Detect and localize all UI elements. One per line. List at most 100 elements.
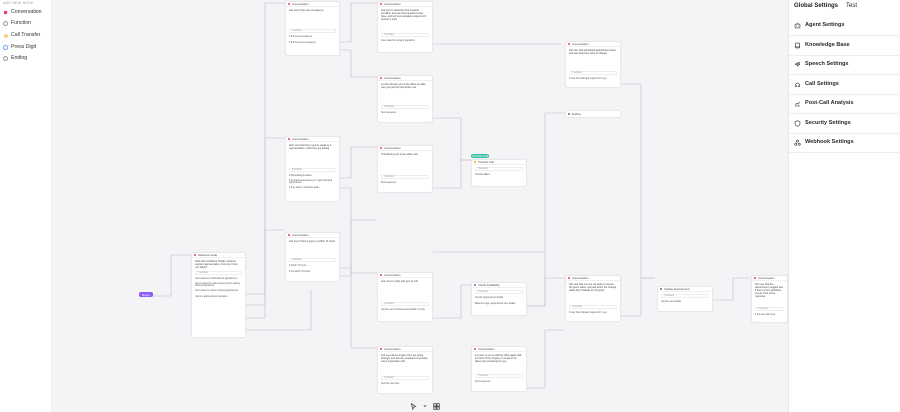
edge-condition[interactable]: If this is not an emergency <box>289 40 336 45</box>
node-title: Update Appointment <box>664 287 690 291</box>
edge-condition[interactable]: If Scheduling question <box>289 173 336 178</box>
node-transition: Transition <box>381 33 429 37</box>
edge-condition[interactable]: Get the user confirmed and details to ve… <box>381 307 429 312</box>
conversation-node[interactable]: Conversation Alert user that they need t… <box>285 136 340 202</box>
conversation-node[interactable]: Conversation Tell user that you are not … <box>565 275 621 322</box>
node-title: Conversation <box>384 146 401 150</box>
edge-begin-welcome <box>145 254 191 297</box>
grid-icon[interactable] <box>432 402 441 411</box>
agent-settings-item[interactable]: Agent Settings <box>789 16 900 36</box>
edge-condition[interactable]: If the user has to go <box>755 312 784 317</box>
node-title: Conversation <box>384 273 401 277</box>
node-transition: Transition <box>475 374 523 378</box>
flow-canvas[interactable]: Begin Welcome Node Hello this is Radiant… <box>53 0 788 412</box>
book-icon <box>794 42 801 49</box>
edge-condition[interactable]: If not within 72 hours <box>289 269 336 274</box>
function-icon <box>660 288 662 290</box>
node-transition: Transition <box>289 258 336 262</box>
add-function-node[interactable]: Function <box>2 18 50 28</box>
shield-icon <box>794 120 801 127</box>
webhook-settings-item[interactable]: Webhook Settings <box>789 133 900 153</box>
ending-node[interactable]: Ending <box>565 110 621 118</box>
press-digit-icon <box>2 44 8 50</box>
node-text: Tell user that scheduled appointment slo… <box>569 49 617 56</box>
conversation-node[interactable]: Conversation Tell user that scheduled ap… <box>565 41 621 88</box>
speech-settings-item[interactable]: Speech Settings <box>789 55 900 75</box>
edge-condition[interactable]: If within 72 hours <box>289 263 336 268</box>
cursor-icon[interactable] <box>409 402 418 411</box>
node-head: Update Appointment <box>658 287 712 292</box>
chart-icon <box>794 100 801 107</box>
welcome-node-transition: Transition <box>195 271 242 276</box>
node-title: Conversation <box>292 233 309 237</box>
transfer-badge: Transfer Call <box>471 154 489 158</box>
conversation-node[interactable]: Conversation Ask user to describe their … <box>377 1 433 53</box>
edge-condition[interactable]: If they want to schedule again <box>289 185 336 190</box>
edge-9 <box>340 267 377 349</box>
edge-condition[interactable]: If user has changed request for to go <box>569 310 617 315</box>
conversation-node[interactable]: Conversation Ask user to verify and type… <box>377 272 433 322</box>
function-node[interactable]: Update Appointment Transition Get the us… <box>657 286 713 312</box>
webhook-settings-label: Webhook Settings <box>805 139 854 146</box>
edge-1 <box>243 2 285 295</box>
edge-condition[interactable]: Next sequence <box>381 180 429 185</box>
post-call-analysis-item[interactable]: Post-Call Analysis <box>789 94 900 114</box>
edge-condition[interactable]: Based on age, appointment time details <box>475 301 523 306</box>
conversation-node[interactable]: Conversation Tell user that the appointm… <box>751 275 788 323</box>
function-node[interactable]: Check Availability Transition Get the ap… <box>471 282 527 316</box>
transfer-icon <box>474 161 476 163</box>
function-icon <box>474 284 476 286</box>
transfer-call-node[interactable]: Transfer Call Transition Transfer failed <box>471 159 527 187</box>
add-node-heading: ADD NEW NODE <box>3 1 34 5</box>
chevron-down-icon[interactable] <box>420 402 429 411</box>
edge-condition[interactable]: User asked for surgery questions <box>381 38 429 43</box>
add-call-transfer-node[interactable]: Call Transfer <box>2 30 50 40</box>
conversation-node[interactable]: Conversation Ask user if their surgery i… <box>285 232 340 282</box>
add-ending-node[interactable]: Ending <box>2 53 50 63</box>
node-transition: Transition <box>381 175 429 179</box>
begin-pill[interactable]: Begin <box>139 292 153 297</box>
conversation-node[interactable]: Conversation Transferring you to the off… <box>377 145 433 193</box>
node-transition: Transition <box>475 290 523 294</box>
edge-condition[interactable]: User wants to cancel existing appointmen… <box>195 288 242 293</box>
add-conversation-node[interactable]: Conversation <box>2 7 50 17</box>
call-settings-label: Call Settings <box>805 81 839 88</box>
edge-condition[interactable]: Next the user ask <box>381 381 429 386</box>
edge-17 <box>526 329 565 389</box>
edge-condition[interactable]: If user has changed request for to go <box>569 76 617 81</box>
node-text: Ask user about surgery they are going th… <box>381 354 428 364</box>
node-title: Conversation <box>478 347 495 351</box>
conversation-node[interactable]: Conversation Ask user about surgery they… <box>377 346 433 394</box>
node-title: Check Availability <box>478 283 500 287</box>
edge-condition[interactable]: Get the appointment details <box>475 295 523 300</box>
node-text: Tell user that you are not able to reser… <box>569 283 617 293</box>
add-press-digit-node[interactable]: Press Digit <box>2 42 50 52</box>
edge-condition[interactable]: Get the user details <box>661 299 709 304</box>
welcome-node[interactable]: Welcome Node Hello this is Radiant Healt… <box>191 252 246 338</box>
edge-condition[interactable]: If an internal emergency or urgent booki… <box>289 179 336 184</box>
tab-test[interactable]: Test <box>846 3 857 9</box>
node-title: Ending <box>572 111 581 116</box>
node-head: Ending <box>566 111 620 116</box>
edge-condition[interactable]: User wants to reschedule an appointment <box>195 276 242 281</box>
edge-condition[interactable]: Transfer failed <box>475 172 523 177</box>
edge-condition[interactable]: If this is an emergency <box>289 34 336 39</box>
tab-global-settings[interactable]: Global Settings <box>794 3 838 9</box>
node-title: Transfer Call <box>478 160 494 164</box>
edge-5 <box>340 2 377 43</box>
edge-condition[interactable]: Users is asking about insurance <box>195 294 242 299</box>
knowledge-base-item[interactable]: Knowledge Base <box>789 36 900 56</box>
security-settings-item[interactable]: Security Settings <box>789 114 900 134</box>
node-transition: Transition <box>381 302 429 306</box>
knowledge-base-label: Knowledge Base <box>805 42 850 49</box>
conversation-node[interactable]: Conversation Ask user if the user emerge… <box>285 1 340 56</box>
edge-condition[interactable]: Next sequence <box>381 110 429 115</box>
edge-condition[interactable]: Next sequence <box>475 379 523 384</box>
edge-condition[interactable]: User is about to make surgery and is ask… <box>195 282 242 287</box>
call-settings-item[interactable]: Call Settings <box>789 75 900 95</box>
webhook-icon <box>794 139 801 146</box>
ending-icon <box>2 55 8 61</box>
node-dot-icon <box>288 138 290 140</box>
conversation-node[interactable]: Conversation Let user to you to call the… <box>471 346 527 392</box>
conversation-node[interactable]: Conversation Let the transfer you to the… <box>377 75 433 123</box>
